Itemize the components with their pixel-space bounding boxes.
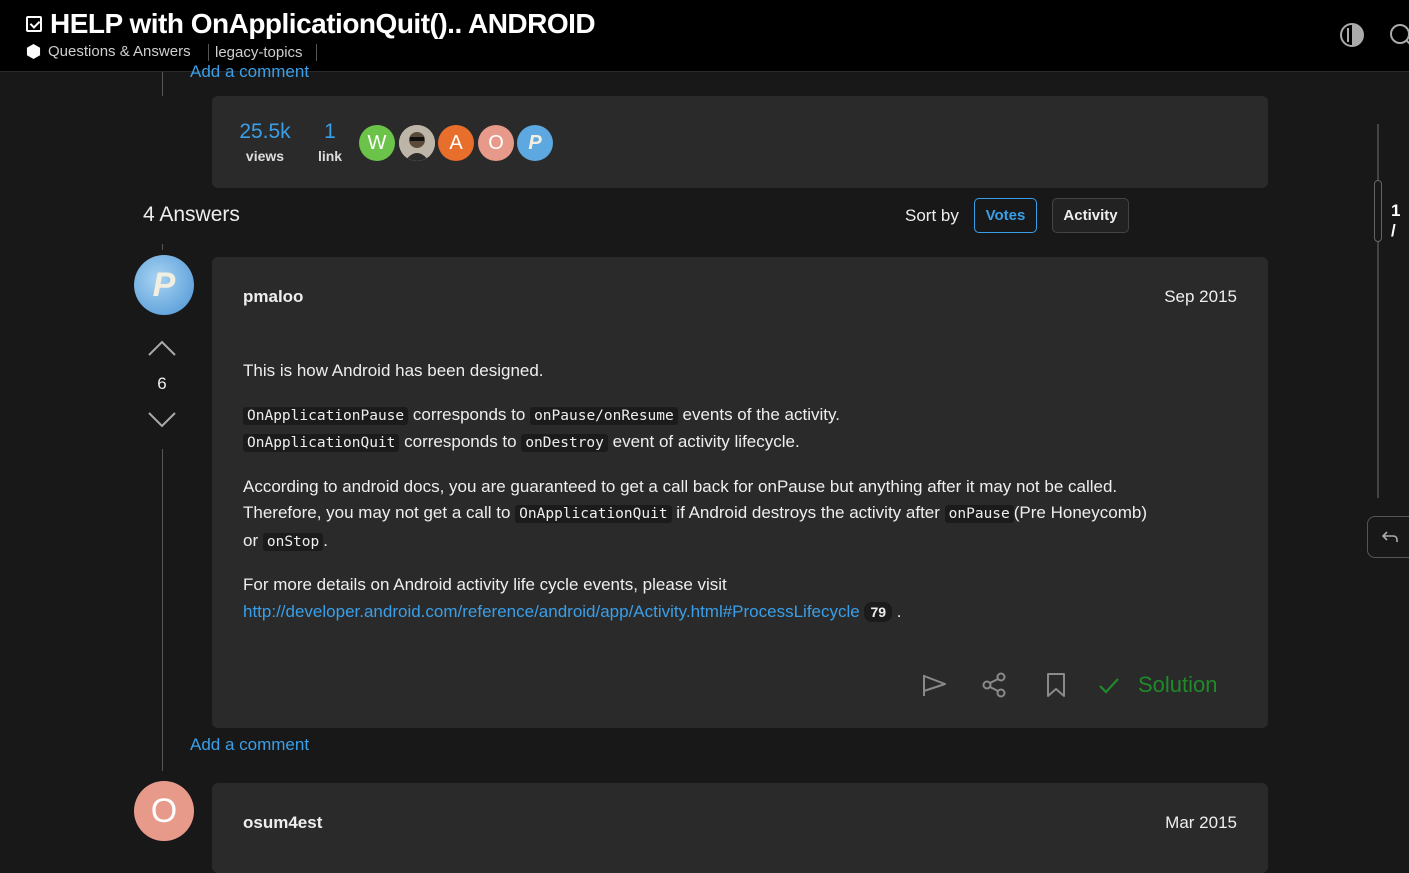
author-avatar[interactable]: O	[134, 781, 194, 841]
answer-post: osum4est Mar 2015	[212, 783, 1268, 873]
text: For more details on Android activity lif…	[243, 575, 727, 594]
theme-toggle-icon[interactable]	[1339, 22, 1365, 48]
topic-title[interactable]: HELP with OnApplicationQuit().. ANDROID	[50, 8, 595, 40]
text: (Pre Honeycomb)	[1014, 503, 1147, 522]
post-author[interactable]: osum4est	[243, 813, 322, 833]
solution-check-icon[interactable]	[1098, 676, 1120, 696]
participant-avatar[interactable]	[399, 125, 435, 161]
paragraph: According to android docs, you are guara…	[243, 474, 1243, 556]
inline-code: onStop	[263, 533, 323, 551]
text: if Android destroys the activity after	[676, 503, 940, 522]
links-count[interactable]: 1	[315, 120, 345, 144]
sort-activity-button[interactable]: Activity	[1052, 198, 1129, 233]
upvote-chevron-icon[interactable]	[147, 338, 177, 358]
reply-button[interactable]	[1367, 516, 1409, 558]
inline-code: OnApplicationPause	[243, 407, 408, 425]
answer-post: pmaloo Sep 2015 This is how Android has …	[212, 257, 1268, 728]
add-comment-link[interactable]: Add a comment	[190, 735, 309, 755]
links-label[interactable]: link	[315, 148, 345, 164]
search-icon[interactable]	[1389, 22, 1409, 48]
external-link[interactable]: http://developer.android.com/reference/a…	[243, 602, 860, 621]
text: Therefore, you may not get a call to	[243, 503, 510, 522]
inline-code: OnApplicationQuit	[243, 434, 399, 452]
text: According to android docs, you are guara…	[243, 477, 1117, 496]
participant-avatar[interactable]: W	[359, 125, 395, 161]
text: corresponds to	[413, 405, 525, 424]
category-hexagon-icon	[26, 44, 41, 59]
divider	[208, 44, 209, 61]
participant-avatar[interactable]: P	[517, 125, 553, 161]
topic-map: 25.5k views 1 link W A O P	[212, 96, 1268, 188]
tag-link[interactable]: legacy-topics	[215, 44, 303, 61]
bookmark-icon[interactable]	[1045, 672, 1067, 698]
timeline-scroller-handle[interactable]	[1374, 180, 1382, 242]
answers-count: 4 Answers	[143, 203, 240, 227]
reply-arrow-icon	[1381, 529, 1399, 545]
vote-count: 6	[150, 374, 174, 394]
paragraph: This is how Android has been designed.	[243, 358, 1243, 385]
post-date[interactable]: Mar 2015	[1165, 813, 1237, 833]
text: .	[897, 602, 902, 621]
text: event of activity lifecycle.	[613, 432, 800, 451]
post-author[interactable]: pmaloo	[243, 287, 303, 307]
inline-code: onPause	[945, 505, 1014, 523]
solution-button[interactable]: Solution	[1138, 672, 1218, 698]
paragraph: For more details on Android activity lif…	[243, 572, 1243, 625]
inline-code: OnApplicationQuit	[515, 505, 671, 523]
post-date[interactable]: Sep 2015	[1164, 287, 1237, 307]
share-icon[interactable]	[981, 672, 1007, 698]
post-body: This is how Android has been designed. O…	[243, 358, 1243, 625]
text: events of the activity.	[682, 405, 839, 424]
timeline-line	[162, 244, 163, 250]
photo-avatar-icon	[399, 125, 435, 161]
text: corresponds to	[404, 432, 516, 451]
sort-label: Sort by	[905, 206, 959, 226]
downvote-chevron-icon[interactable]	[147, 410, 177, 430]
add-comment-link[interactable]: Add a comment	[190, 62, 309, 82]
views-label: views	[232, 148, 298, 164]
timeline-progress: 1 /	[1391, 201, 1409, 241]
timeline-line	[162, 72, 163, 96]
category-link[interactable]: Questions & Answers	[48, 43, 191, 60]
flag-icon[interactable]	[921, 672, 949, 698]
text: or	[243, 531, 258, 550]
divider	[316, 44, 317, 61]
link-click-count: 79	[864, 602, 892, 622]
timeline-line	[162, 449, 163, 771]
participant-avatar[interactable]: O	[478, 125, 514, 161]
text: .	[323, 531, 328, 550]
inline-code: onPause/onResume	[530, 407, 678, 425]
participant-avatar[interactable]: A	[438, 125, 474, 161]
views-count: 25.5k	[232, 120, 298, 144]
solved-check-icon	[26, 16, 42, 32]
sort-votes-button[interactable]: Votes	[974, 198, 1037, 233]
author-avatar[interactable]: P	[134, 255, 194, 315]
inline-code: onDestroy	[521, 434, 608, 452]
paragraph: OnApplicationPause corresponds to onPaus…	[243, 402, 1243, 457]
